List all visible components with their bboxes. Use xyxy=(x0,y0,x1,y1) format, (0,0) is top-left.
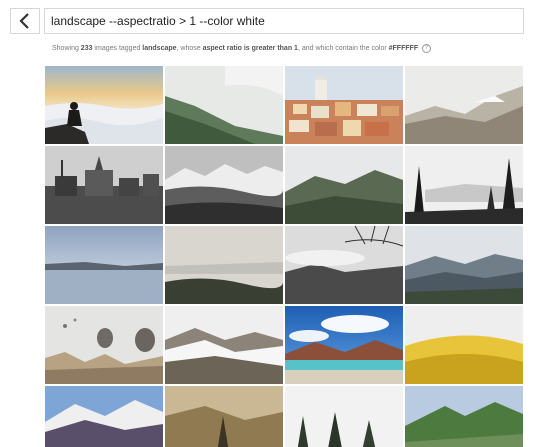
summary-text-2: , whose xyxy=(176,45,203,52)
results-summary: Showing 233 images tagged landscape, who… xyxy=(52,42,522,56)
photo-tile[interactable] xyxy=(45,386,163,447)
photo-tile[interactable] xyxy=(285,306,403,384)
photo-tile[interactable] xyxy=(285,146,403,224)
photo-tile[interactable] xyxy=(45,66,163,144)
chevron-left-icon xyxy=(19,13,29,29)
result-count: 233 xyxy=(80,45,93,52)
photo-tile[interactable] xyxy=(405,226,523,304)
search-input[interactable] xyxy=(44,8,524,34)
ratio-filter: aspect ratio is greater than 1 xyxy=(202,45,298,52)
photo-tile[interactable] xyxy=(165,386,283,447)
help-circle-icon[interactable]: ? xyxy=(422,43,432,53)
summary-text-1: images tagged xyxy=(92,45,143,52)
photo-tile[interactable] xyxy=(165,226,283,304)
summary-prefix: Showing xyxy=(52,45,81,52)
photo-tile[interactable] xyxy=(165,146,283,224)
back-button[interactable] xyxy=(10,8,40,34)
photo-tile[interactable] xyxy=(405,66,523,144)
photo-tile[interactable] xyxy=(165,66,283,144)
photo-tile[interactable] xyxy=(405,306,523,384)
photo-tile[interactable] xyxy=(165,306,283,384)
photo-tile[interactable] xyxy=(45,146,163,224)
tag-name: landscape xyxy=(142,45,177,52)
image-grid xyxy=(45,66,525,447)
photo-tile[interactable] xyxy=(285,386,403,447)
photo-tile[interactable] xyxy=(285,226,403,304)
photo-tile[interactable] xyxy=(45,226,163,304)
color-filter: #FFFFFF xyxy=(388,45,419,52)
photo-tile[interactable] xyxy=(285,66,403,144)
photo-tile[interactable] xyxy=(405,386,523,447)
photo-tile[interactable] xyxy=(45,306,163,384)
summary-text-3: , and which contain the color xyxy=(297,45,389,52)
photo-tile[interactable] xyxy=(405,146,523,224)
top-bar xyxy=(0,0,535,40)
